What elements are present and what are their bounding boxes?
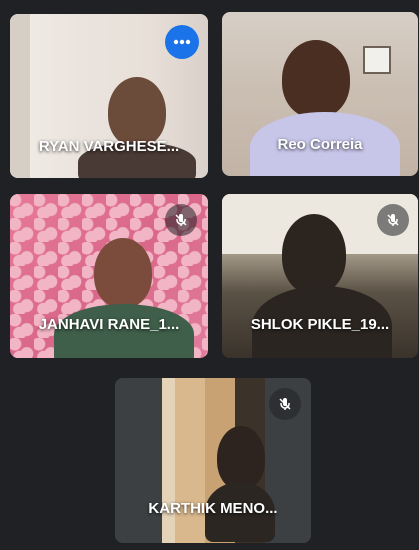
participant-head [282,214,346,294]
mic-off-icon [387,214,399,226]
muted-indicator [165,204,197,236]
participant-head [108,77,166,147]
more-vert-icon [173,39,191,45]
participant-name: Reo Correia [277,136,363,153]
video-grid: RYAN VARGHESE... Reo Correia JANHAVI RAN… [0,0,419,550]
participant-tile-reo[interactable]: Reo Correia [222,12,418,176]
more-options-button[interactable] [165,25,199,59]
participant-tile-janhavi[interactable]: JANHAVI RANE_1... [10,194,208,358]
mic-off-icon [279,398,291,410]
mic-off-icon [175,214,187,226]
participant-name: KARTHIK MENO... [148,500,278,517]
participant-name: RYAN VARGHESE... [38,138,180,155]
muted-indicator [377,204,409,236]
participant-head [217,426,265,490]
wall-frame [363,46,391,74]
participant-head [282,40,350,118]
participant-name: SHLOK PIKLE_19... [250,316,390,333]
muted-indicator [269,388,301,420]
participant-name: JANHAVI RANE_1... [38,316,180,333]
participant-tile-ryan[interactable]: RYAN VARGHESE... [10,14,208,178]
participant-head [94,238,152,308]
participant-tile-shlok[interactable]: SHLOK PIKLE_19... [222,194,418,358]
participant-tile-karthik[interactable]: KARTHIK MENO... [115,378,311,543]
